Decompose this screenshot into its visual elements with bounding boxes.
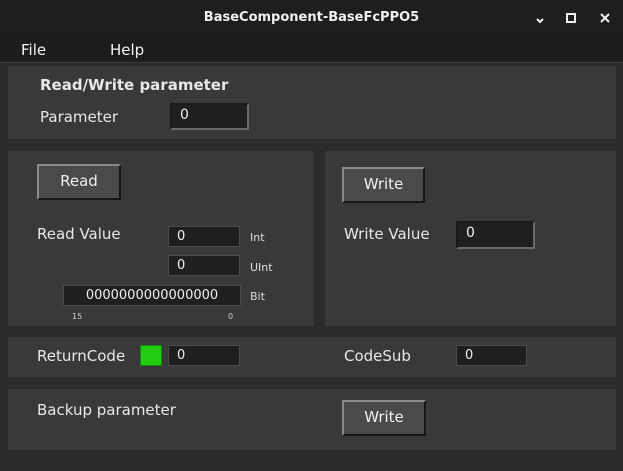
minimize-icon[interactable] xyxy=(531,8,551,28)
bit-label: Bit xyxy=(250,290,265,303)
parameter-label: Parameter xyxy=(40,108,119,126)
read-uint-field: 0 xyxy=(168,255,240,276)
bit-high-index: 15 xyxy=(72,312,83,321)
read-int-field: 0 xyxy=(168,226,240,247)
write-value-input[interactable]: 0 xyxy=(456,221,535,249)
menu-help[interactable]: Help xyxy=(110,41,144,59)
return-code-indicator xyxy=(140,345,162,366)
code-sub-field: 0 xyxy=(456,345,527,366)
code-sub-label: CodeSub xyxy=(344,347,411,365)
read-value-label: Read Value xyxy=(37,225,121,243)
parameter-input[interactable]: 0 xyxy=(170,103,249,130)
uint-label: UInt xyxy=(250,261,273,274)
backup-write-button[interactable]: Write xyxy=(342,400,426,436)
read-panel: Read Read Value 0 Int 0 UInt 00000000000… xyxy=(8,151,314,326)
menu-file[interactable]: File xyxy=(21,41,46,59)
write-panel: Write Write Value 0 xyxy=(325,151,616,326)
write-value-label: Write Value xyxy=(344,225,430,243)
title-bar: BaseComponent-BaseFcPPO5 xyxy=(0,0,623,36)
window-title: BaseComponent-BaseFcPPO5 xyxy=(203,10,420,25)
maximize-icon[interactable] xyxy=(561,8,581,28)
status-panel: ReturnCode 0 CodeSub 0 xyxy=(8,337,616,377)
backup-panel: Backup parameter Write xyxy=(8,389,616,450)
section-heading: Read/Write parameter xyxy=(40,76,229,94)
bit-low-index: 0 xyxy=(228,312,234,321)
backup-parameter-label: Backup parameter xyxy=(37,401,176,419)
close-icon[interactable] xyxy=(595,8,615,28)
int-label: Int xyxy=(250,231,265,244)
write-button[interactable]: Write xyxy=(342,167,425,203)
parameter-panel: Read/Write parameter Parameter 0 xyxy=(8,66,616,139)
read-bit-field: 0000000000000000 xyxy=(63,285,241,306)
return-code-label: ReturnCode xyxy=(37,347,126,365)
menu-bar: File Help xyxy=(0,36,623,63)
return-code-field: 0 xyxy=(168,345,240,366)
read-button[interactable]: Read xyxy=(37,164,121,200)
